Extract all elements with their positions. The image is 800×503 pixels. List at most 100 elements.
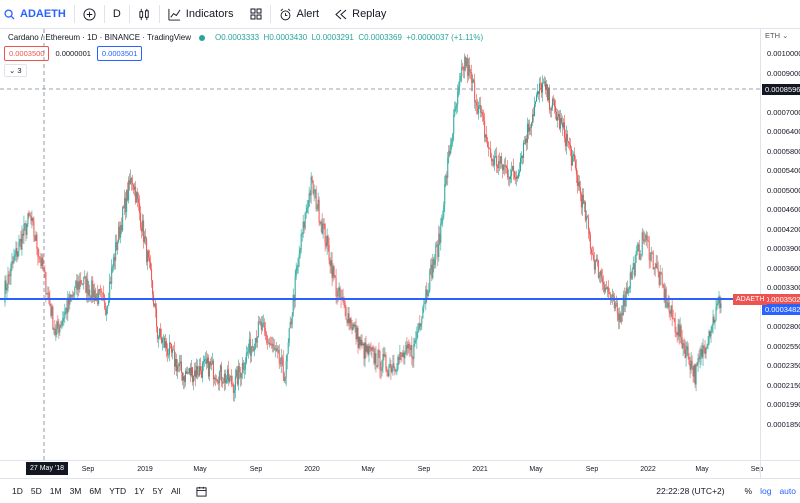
candle-body bbox=[200, 370, 202, 378]
auto-toggle[interactable]: auto bbox=[779, 486, 796, 496]
time-tick: Sep bbox=[417, 466, 431, 473]
candle-body bbox=[59, 325, 61, 333]
candle-body bbox=[292, 294, 294, 315]
candle-body bbox=[497, 166, 499, 169]
candle-body bbox=[174, 350, 176, 367]
price-scale[interactable]: ETH ⌄ 0.00100000.00090000.00078000.00070… bbox=[760, 29, 800, 460]
candle-body bbox=[23, 223, 25, 236]
range-5y[interactable]: 5Y bbox=[149, 486, 167, 496]
log-toggle[interactable]: log bbox=[760, 486, 771, 496]
candle-body bbox=[593, 259, 595, 270]
candle-body bbox=[116, 242, 118, 251]
percent-toggle[interactable]: % bbox=[745, 486, 753, 496]
candle-body bbox=[56, 321, 58, 329]
compare-button[interactable] bbox=[75, 0, 104, 29]
range-all[interactable]: All bbox=[167, 486, 184, 496]
candle-body bbox=[641, 232, 643, 255]
candle-body bbox=[397, 357, 399, 369]
indicators-toggle[interactable]: ⌄ 3 bbox=[4, 64, 27, 77]
candle-body bbox=[208, 361, 210, 377]
candle-body bbox=[191, 367, 193, 382]
range-3m[interactable]: 3M bbox=[66, 486, 86, 496]
candle-body bbox=[209, 361, 211, 366]
replay-button[interactable]: Replay bbox=[327, 0, 394, 29]
candle-body bbox=[379, 351, 381, 371]
candle-body bbox=[303, 221, 305, 228]
range-ytd[interactable]: YTD bbox=[105, 486, 130, 496]
candle-body bbox=[317, 199, 319, 209]
candle-body bbox=[419, 323, 421, 327]
interval-button[interactable]: D bbox=[105, 0, 129, 29]
price-chart[interactable] bbox=[0, 29, 760, 460]
candle-body bbox=[308, 193, 310, 207]
candle-body bbox=[645, 235, 647, 239]
trading-app: ADAETH D Indicators Alert Replay Cardano… bbox=[0, 0, 800, 503]
range-1m[interactable]: 1M bbox=[46, 486, 66, 496]
candle-body bbox=[464, 56, 466, 71]
candle-body bbox=[467, 58, 469, 76]
range-1y[interactable]: 1Y bbox=[130, 486, 148, 496]
candle-body bbox=[198, 366, 200, 376]
candle-body bbox=[648, 241, 650, 260]
candle-body bbox=[74, 287, 76, 294]
candle-body bbox=[486, 134, 488, 142]
candle-body bbox=[519, 170, 521, 173]
candle-body bbox=[535, 101, 537, 105]
candle-body bbox=[556, 116, 558, 121]
candle-body bbox=[30, 215, 32, 221]
alert-button[interactable]: Alert bbox=[271, 0, 328, 29]
candle-body bbox=[65, 307, 67, 312]
candle-body bbox=[527, 123, 529, 143]
range-6m[interactable]: 6M bbox=[85, 486, 105, 496]
time-axis[interactable]: 27 May '18 Sep 2019 May Sep 2020 May Sep 2021 Ma… bbox=[0, 460, 763, 478]
indicators-button[interactable]: Indicators bbox=[160, 0, 242, 29]
candle-body bbox=[245, 352, 247, 363]
candle-body bbox=[637, 244, 639, 251]
candle-body bbox=[708, 331, 710, 344]
symbol-search-button[interactable]: ADAETH bbox=[0, 0, 74, 29]
candle-body bbox=[193, 370, 195, 376]
price-tick: 0.0005400 bbox=[767, 166, 800, 175]
candle-body bbox=[425, 289, 427, 303]
range-5d[interactable]: 5D bbox=[27, 486, 46, 496]
templates-button[interactable] bbox=[242, 0, 270, 29]
buy-button[interactable]: 0.0003501 bbox=[96, 46, 143, 61]
candle-body bbox=[152, 280, 154, 295]
candle-body bbox=[147, 250, 149, 263]
candle-body bbox=[438, 233, 440, 258]
sell-button[interactable]: 0.0003500 bbox=[4, 46, 50, 61]
candle-body bbox=[244, 362, 246, 370]
candle-body bbox=[594, 261, 596, 270]
calendar-icon bbox=[196, 486, 207, 497]
candle-body bbox=[534, 104, 536, 117]
candle-body bbox=[353, 324, 355, 327]
candle-body bbox=[551, 99, 553, 109]
range-1d[interactable]: 1D bbox=[0, 486, 27, 496]
candle-body bbox=[50, 305, 52, 316]
trade-boxes: 0.0003500 0.0000001 0.0003501 bbox=[4, 46, 143, 61]
candle-body bbox=[29, 215, 31, 217]
candle-body bbox=[602, 281, 604, 285]
chart-type-button[interactable] bbox=[130, 0, 159, 29]
candle-body bbox=[230, 376, 232, 385]
time-tick: May bbox=[695, 466, 709, 473]
candle-body bbox=[662, 284, 664, 286]
candle-body bbox=[673, 318, 675, 320]
candle-body bbox=[77, 281, 79, 290]
candle-body bbox=[300, 234, 302, 250]
candle-body bbox=[713, 316, 715, 323]
candle-body bbox=[21, 233, 23, 250]
clock[interactable]: 22:22:28 (UTC+2) bbox=[656, 486, 724, 496]
candle-body bbox=[203, 359, 205, 362]
candle-body bbox=[137, 192, 139, 199]
candle-body bbox=[183, 376, 184, 381]
candle-body bbox=[584, 201, 586, 221]
candle-body bbox=[402, 352, 404, 357]
candle-body bbox=[622, 294, 624, 316]
candle-body bbox=[275, 348, 277, 350]
goto-date-button[interactable] bbox=[196, 486, 207, 497]
candle-body bbox=[318, 199, 320, 223]
candle-body bbox=[426, 289, 428, 296]
chart-pane[interactable] bbox=[0, 29, 760, 460]
candle-body bbox=[234, 376, 236, 391]
